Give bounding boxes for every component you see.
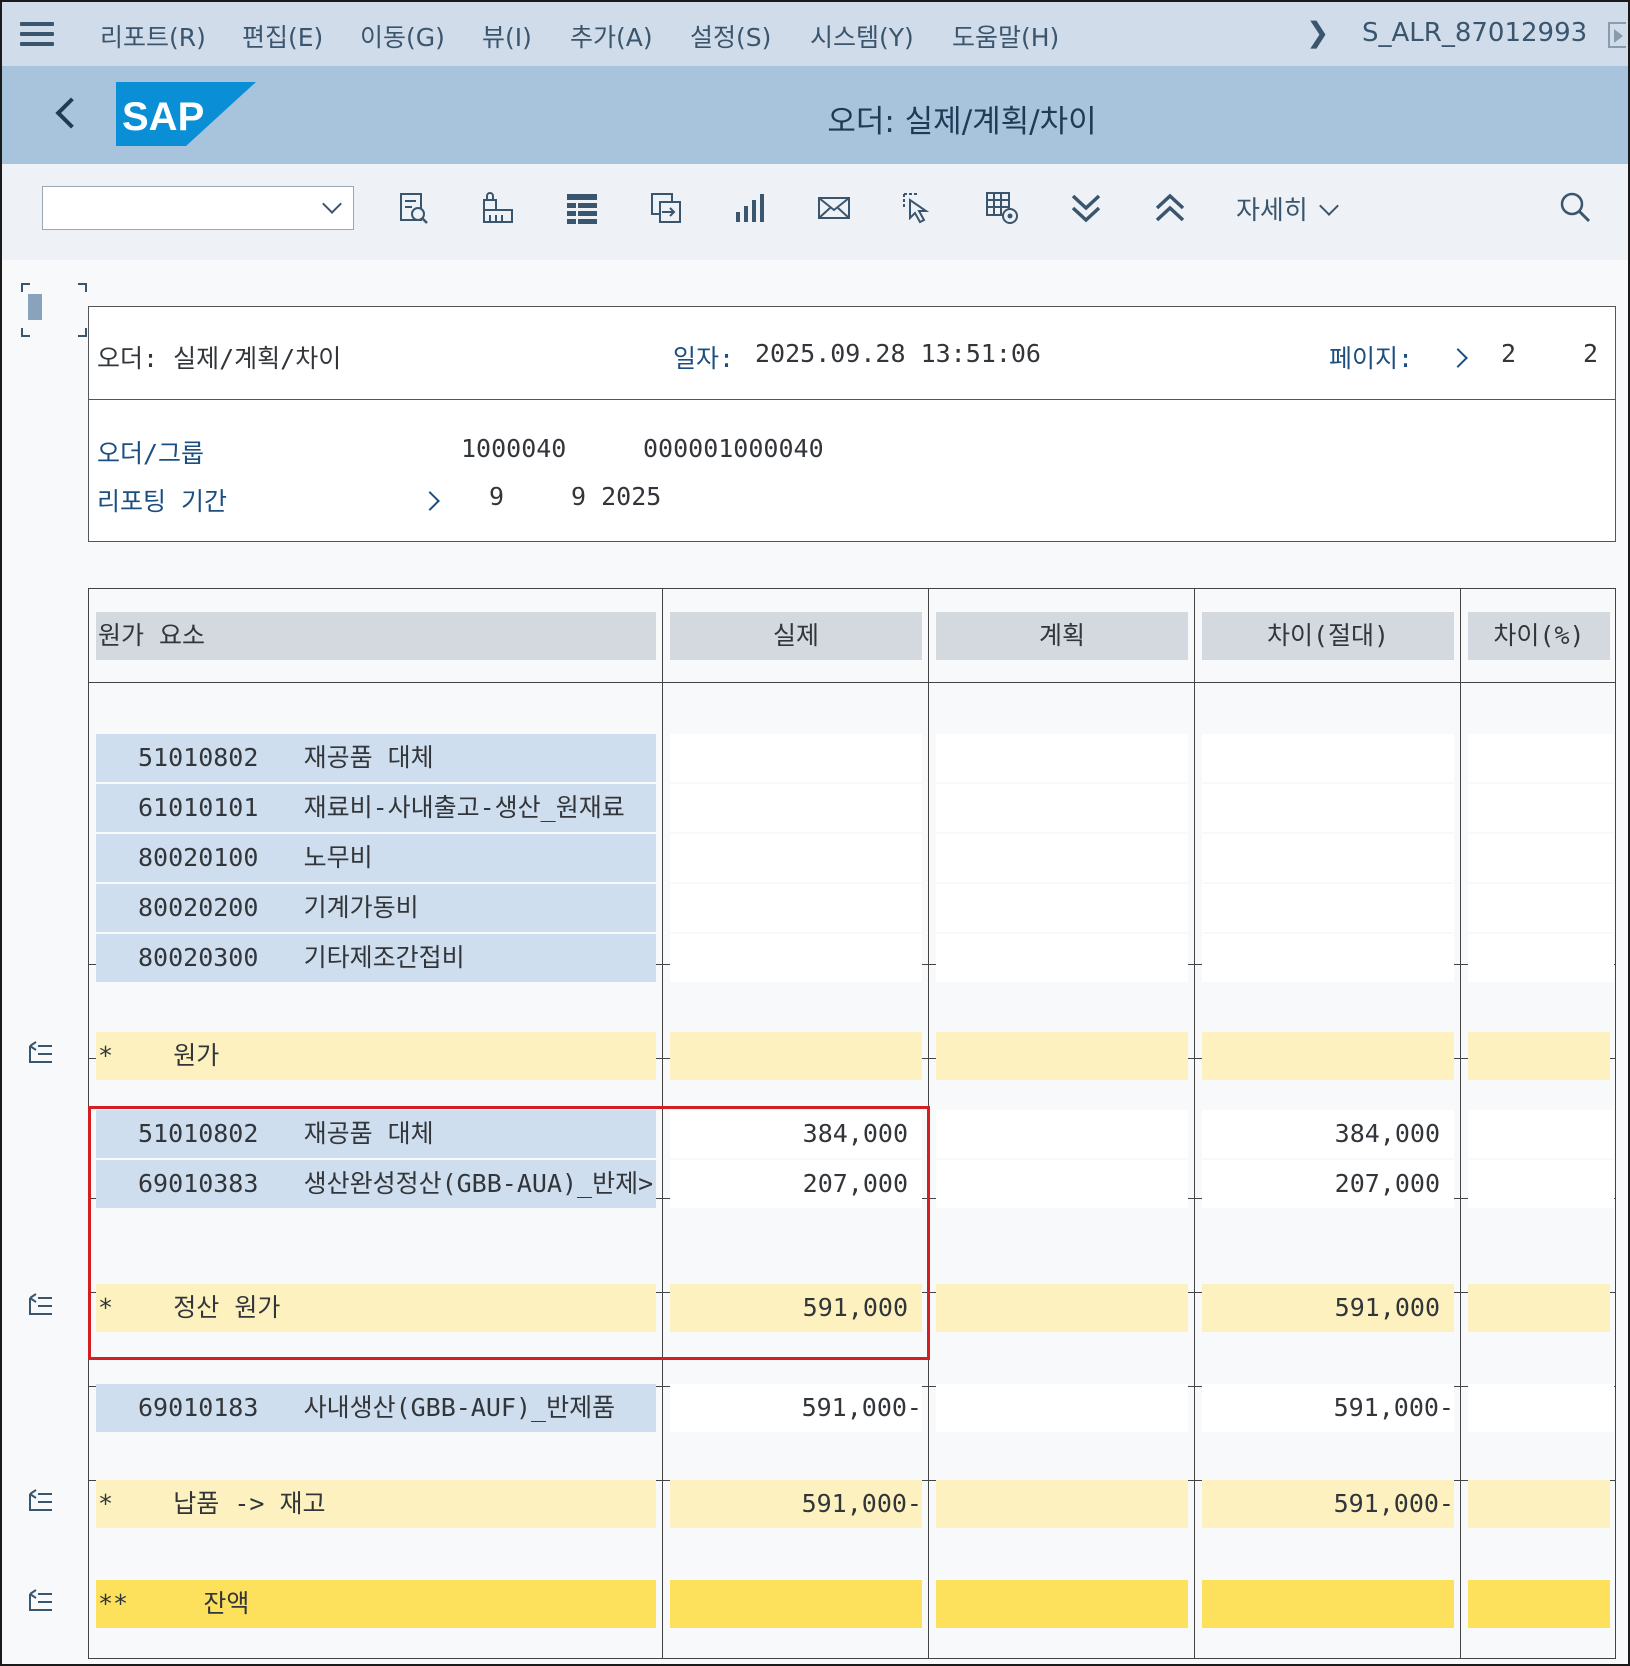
chevron-right-icon[interactable] <box>420 491 440 511</box>
export-icon[interactable] <box>648 190 684 226</box>
menu-bar: 리포트(R) 편집(E) 이동(G) 뷰(I) 추가(A) 설정(S) 시스템(… <box>2 2 1628 67</box>
svg-text:SAP: SAP <box>122 95 204 139</box>
transaction-code: S_ALR_87012993 <box>1362 18 1588 48</box>
col-actual[interactable]: 실제 <box>670 612 922 660</box>
period-to: 9 2025 <box>571 482 662 511</box>
report-title: 오더: 실제/계획/차이 <box>97 344 342 373</box>
menu-overflow-icon[interactable] <box>1608 22 1626 48</box>
report-content: 오더: 실제/계획/차이 일자: 2025.09.28 13:51:06 페이지… <box>2 260 1628 1664</box>
chevron-right-icon[interactable] <box>1448 348 1468 368</box>
total-icon[interactable] <box>28 1588 54 1612</box>
page-label: 페이지: <box>1329 344 1414 373</box>
period-label: 리포팅 기간 <box>97 487 228 516</box>
menu-view[interactable]: 뷰(I) <box>482 18 532 54</box>
col-variance-pct[interactable]: 차이(%) <box>1468 612 1610 660</box>
settings-grid-icon[interactable] <box>984 190 1020 226</box>
col-cost-element[interactable]: 원가 요소 <box>96 612 656 660</box>
select-icon[interactable] <box>900 190 936 226</box>
lock-print-icon[interactable] <box>480 190 516 226</box>
chevron-down-icon <box>1318 196 1339 216</box>
page-total: 2 <box>1583 339 1599 368</box>
menu-system[interactable]: 시스템(Y) <box>810 18 914 54</box>
highlight-box <box>88 1106 930 1360</box>
expand-all-icon[interactable] <box>1068 190 1104 226</box>
page-current: 2 <box>1501 339 1517 368</box>
title-bar: SAP 오더: 실제/계획/차이 <box>2 66 1628 164</box>
back-icon[interactable] <box>52 96 82 132</box>
layout-grid-icon[interactable] <box>564 190 600 226</box>
subtotal-icon[interactable] <box>28 1292 54 1316</box>
menu-help[interactable]: 도움말(H) <box>952 18 1059 54</box>
chevron-down-icon <box>322 194 342 214</box>
col-plan[interactable]: 계획 <box>936 612 1188 660</box>
page-title: 오더: 실제/계획/차이 <box>827 104 1097 140</box>
menu-settings[interactable]: 설정(S) <box>690 18 771 54</box>
collapse-all-icon[interactable] <box>1152 190 1188 226</box>
date-value: 2025.09.28 13:51:06 <box>755 339 1041 368</box>
chevron-right-icon[interactable]: ❯ <box>1306 16 1329 49</box>
menu-report[interactable]: 리포트(R) <box>100 18 206 54</box>
subtotal-icon[interactable] <box>28 1488 54 1512</box>
selection-marker[interactable] <box>28 294 42 320</box>
menu-edit[interactable]: 편집(E) <box>242 18 323 54</box>
date-label: 일자: <box>673 344 735 373</box>
selection-info: 오더/그룹 1000040 000001000040 리포팅 기간 9 9 20… <box>88 400 1616 542</box>
menu-goto[interactable]: 이동(G) <box>360 18 445 54</box>
layout-select[interactable] <box>42 186 354 230</box>
mail-icon[interactable] <box>816 190 852 226</box>
col-variance-abs[interactable]: 차이(절대) <box>1202 612 1454 660</box>
order-label: 오더/그룹 <box>97 439 205 468</box>
order-value-long: 000001000040 <box>643 434 824 463</box>
order-value: 1000040 <box>461 434 567 463</box>
hamburger-menu-icon[interactable] <box>20 22 54 46</box>
report-selection-icon[interactable] <box>396 190 432 226</box>
toolbar: 자세히 <box>2 164 1628 260</box>
menu-extras[interactable]: 추가(A) <box>570 18 653 54</box>
report-header: 오더: 실제/계획/차이 일자: 2025.09.28 13:51:06 페이지… <box>88 306 1616 400</box>
search-icon[interactable] <box>1558 190 1594 226</box>
sap-window: 리포트(R) 편집(E) 이동(G) 뷰(I) 추가(A) 설정(S) 시스템(… <box>0 0 1630 1666</box>
sap-logo: SAP <box>116 82 256 146</box>
subtotal-icon[interactable] <box>28 1040 54 1064</box>
chart-icon[interactable] <box>732 190 768 226</box>
period-from: 9 <box>489 482 505 511</box>
more-button[interactable]: 자세히 <box>1236 190 1339 227</box>
